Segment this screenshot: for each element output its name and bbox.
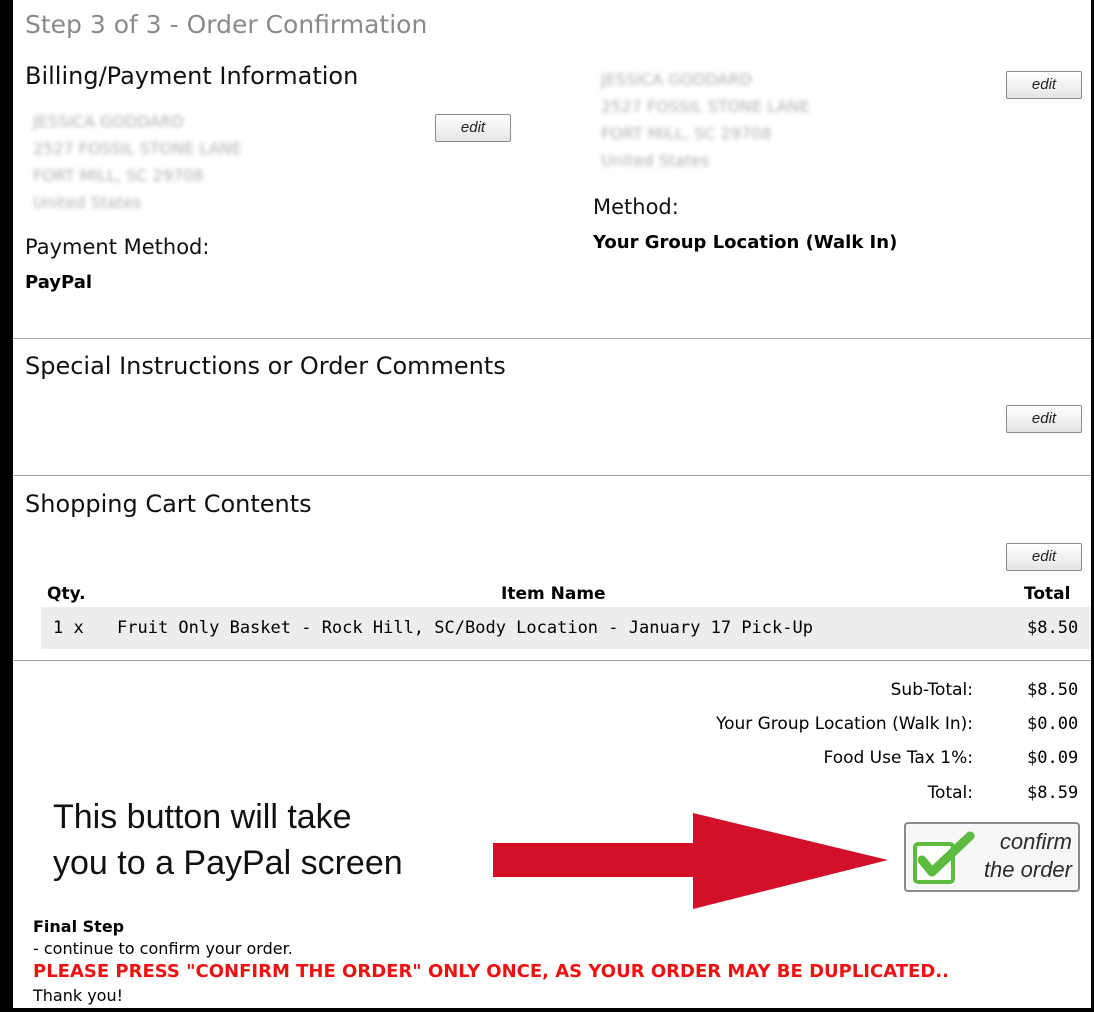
comments-edit-button[interactable]: edit	[1006, 405, 1082, 433]
column-header-total: Total	[1024, 584, 1071, 604]
total-label: Total:	[927, 783, 973, 803]
final-step-text: - continue to confirm your order.	[33, 939, 293, 958]
order-confirmation-page: Step 3 of 3 - Order Confirmation Billing…	[13, 0, 1091, 1008]
page-title: Step 3 of 3 - Order Confirmation	[25, 10, 428, 39]
billing-edit-button[interactable]: edit	[435, 114, 511, 142]
section-divider	[13, 660, 1091, 661]
comments-heading: Special Instructions or Order Comments	[25, 352, 506, 380]
item-total: $8.50	[1027, 618, 1079, 638]
confirm-order-button[interactable]: confirm the order	[904, 822, 1080, 892]
cart-heading: Shopping Cart Contents	[25, 490, 312, 518]
billing-address-line: 2527 FOSSIL STONE LANE	[33, 139, 242, 158]
tax-value: $0.09	[1027, 748, 1079, 768]
tax-label: Food Use Tax 1%:	[823, 748, 973, 768]
annotation-line: This button will take	[53, 798, 352, 836]
shipping-address: JESSICA GODDARD 2527 FOSSIL STONE LANE F…	[601, 66, 810, 174]
column-header-qty: Qty.	[47, 584, 86, 604]
shipping-address-line: United States	[601, 151, 710, 170]
cart-edit-button[interactable]: edit	[1006, 543, 1082, 571]
payment-method-value: PayPal	[25, 272, 93, 293]
final-step-heading: Final Step	[33, 917, 125, 936]
confirm-order-label-line: confirm	[999, 829, 1072, 854]
shipping-edit-button[interactable]: edit	[1006, 71, 1082, 99]
billing-address: JESSICA GODDARD 2527 FOSSIL STONE LANE F…	[33, 108, 242, 216]
duplicate-warning: PLEASE PRESS "CONFIRM THE ORDER" ONLY ON…	[33, 961, 949, 982]
billing-address-line: FORT MILL, SC 29708	[33, 166, 204, 185]
subtotal-value: $8.50	[1027, 680, 1079, 700]
billing-address-line: United States	[33, 193, 142, 212]
annotation-callout: This button will take you to a PayPal sc…	[53, 794, 403, 886]
billing-heading: Billing/Payment Information	[25, 62, 359, 90]
shipping-cost-label: Your Group Location (Walk In):	[715, 714, 973, 734]
column-header-item-name: Item Name	[501, 584, 606, 604]
shipping-method-value: Your Group Location (Walk In)	[593, 232, 898, 253]
section-divider	[13, 475, 1091, 476]
shipping-address-line: FORT MILL, SC 29708	[601, 124, 772, 143]
confirm-order-label-line: the order	[983, 857, 1072, 882]
shipping-method-heading: Method:	[593, 195, 679, 219]
annotation-line: you to a PayPal screen	[53, 844, 403, 882]
section-divider	[13, 338, 1091, 339]
subtotal-label: Sub-Total:	[890, 680, 973, 700]
shipping-address-line: 2527 FOSSIL STONE LANE	[601, 97, 810, 116]
billing-address-line: JESSICA GODDARD	[33, 112, 184, 131]
shipping-cost-value: $0.00	[1027, 714, 1079, 734]
confirm-order-label: confirm the order	[984, 828, 1072, 884]
item-qty: 1 x	[53, 618, 84, 638]
payment-method-heading: Payment Method:	[25, 235, 210, 259]
item-name: Fruit Only Basket - Rock Hill, SC/Body L…	[117, 618, 813, 638]
total-value: $8.59	[1027, 783, 1079, 803]
shipping-address-line: JESSICA GODDARD	[601, 70, 752, 89]
thank-you-text: Thank you!	[33, 986, 124, 1005]
red-arrow-icon	[493, 813, 888, 909]
